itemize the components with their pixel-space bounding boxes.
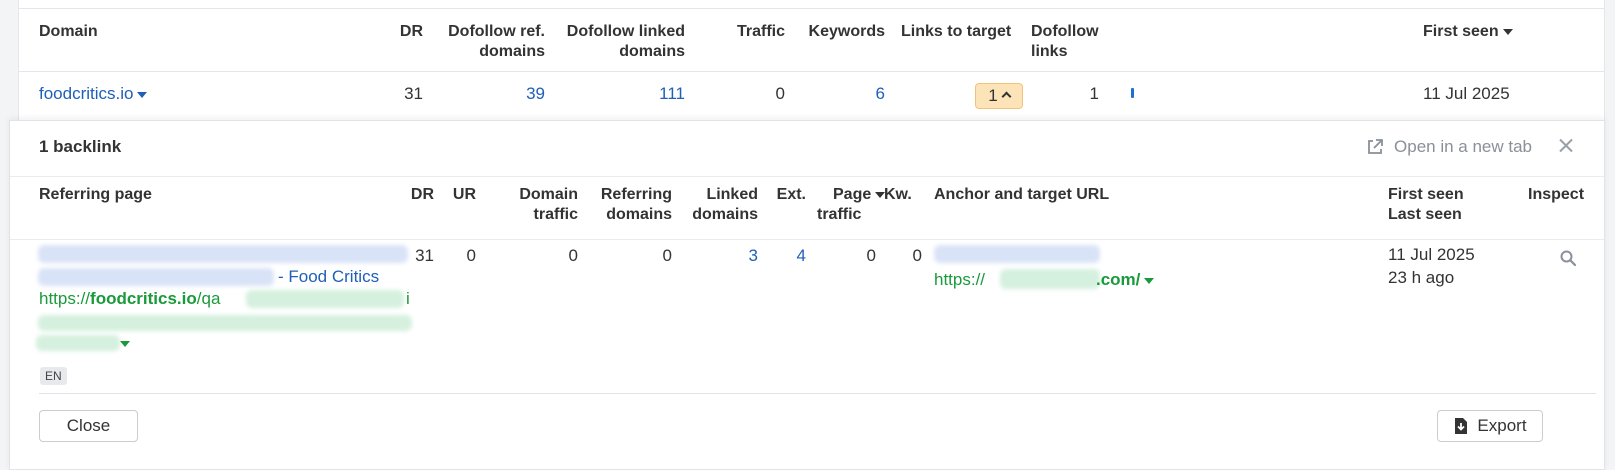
header-linked-domains[interactable]: Linked domains	[674, 185, 758, 225]
header-first-last-seen[interactable]: First seen Last seen	[1388, 185, 1464, 225]
chevron-down-icon[interactable]	[1144, 277, 1155, 284]
divider	[10, 176, 1604, 177]
header-dr[interactable]: DR	[389, 22, 423, 42]
redacted-anchor-text	[934, 245, 1100, 263]
redacted-url	[38, 315, 412, 331]
download-icon	[1455, 418, 1468, 434]
referring-page-url-tail: i	[406, 289, 410, 308]
backlink-dr: 31	[415, 246, 434, 265]
redacted-target-url	[1000, 269, 1100, 289]
target-url-prefix[interactable]: https://	[934, 270, 985, 290]
table-top-border	[19, 8, 1604, 9]
header-dofollow-linked-domains[interactable]: Dofollow linked domains	[549, 22, 685, 62]
header-ur[interactable]: UR	[440, 185, 476, 205]
header-anchor-target-url: Anchor and target URL	[934, 186, 1110, 203]
export-button[interactable]: Export	[1437, 410, 1543, 442]
header-traffic[interactable]: Traffic	[709, 22, 785, 42]
header-keywords[interactable]: Keywords	[795, 22, 885, 42]
links-to-target-toggle[interactable]: 1	[975, 83, 1023, 109]
dofollow-linked-domains-value[interactable]: 111	[619, 84, 685, 104]
close-icon[interactable]	[1556, 133, 1576, 157]
chevron-up-icon	[1001, 91, 1012, 102]
divider	[39, 393, 1596, 394]
header-page-traffic[interactable]: Page traffic	[817, 185, 886, 225]
dofollow-links-value: 1	[1089, 84, 1099, 103]
search-icon[interactable]	[1559, 249, 1577, 267]
header-links-to-target[interactable]: Links to target	[901, 22, 1011, 42]
redacted-url	[36, 335, 120, 351]
backlink-referring-domains: 0	[662, 246, 672, 265]
header-dofollow-ref-domains[interactable]: Dofollow ref. domains	[429, 22, 545, 62]
redacted-url	[246, 290, 404, 308]
backlink-ext[interactable]: 4	[762, 246, 806, 266]
target-url-suffix[interactable]: .com/	[1096, 270, 1155, 290]
domains-table: Domain DR Dofollow ref. domains Dofollow…	[18, 0, 1605, 122]
close-button[interactable]: Close	[39, 410, 138, 442]
backlink-domain-traffic: 0	[568, 246, 578, 265]
domain-dr: 31	[404, 84, 423, 103]
keywords-value[interactable]: 6	[819, 84, 885, 104]
redacted-page-title	[38, 268, 274, 286]
header-dr[interactable]: DR	[400, 185, 434, 205]
header-referring-domains[interactable]: Referring domains	[580, 185, 672, 225]
language-badge: EN	[40, 367, 67, 385]
open-in-new-tab-link[interactable]: Open in a new tab	[1366, 137, 1532, 157]
header-domain[interactable]: Domain	[39, 22, 98, 42]
referring-page-title-link[interactable]: - Food Critics	[278, 267, 379, 287]
sort-desc-icon	[1502, 28, 1513, 35]
domain-link[interactable]: foodcritics.io	[39, 84, 148, 104]
backlink-last-seen: 23 h ago	[1388, 268, 1455, 287]
header-inspect: Inspect	[1528, 186, 1585, 203]
header-kw[interactable]: Kw.	[884, 185, 912, 205]
chevron-down-icon[interactable]	[137, 91, 148, 98]
header-referring-page[interactable]: Referring page	[39, 185, 152, 205]
backlink-page-traffic: 0	[866, 246, 876, 265]
header-dofollow-links[interactable]: Dofollow links	[1031, 22, 1099, 62]
backlinks-panel: 1 backlink Open in a new tab Referring p…	[9, 120, 1605, 470]
referring-page-url[interactable]: https://foodcritics.io/qa	[39, 289, 220, 309]
first-seen-value: 11 Jul 2025	[1423, 84, 1510, 103]
header-domain-traffic[interactable]: Domain traffic	[480, 185, 578, 225]
dofollow-ref-domains-value[interactable]: 39	[479, 84, 545, 104]
dofollow-links-bar	[1131, 88, 1134, 98]
backlink-linked-domains[interactable]: 3	[674, 246, 758, 266]
backlink-ur: 0	[466, 246, 476, 265]
backlink-first-seen: 11 Jul 2025	[1388, 245, 1475, 264]
backlink-kw: 0	[912, 246, 922, 265]
traffic-value: 0	[775, 84, 785, 103]
divider	[10, 239, 1604, 240]
header-ext[interactable]: Ext.	[762, 185, 806, 205]
panel-title: 1 backlink	[39, 137, 122, 156]
redacted-page-title	[38, 245, 408, 263]
external-link-icon	[1368, 139, 1383, 154]
chevron-down-icon[interactable]	[120, 341, 130, 347]
header-first-seen[interactable]: First seen	[1423, 22, 1513, 42]
